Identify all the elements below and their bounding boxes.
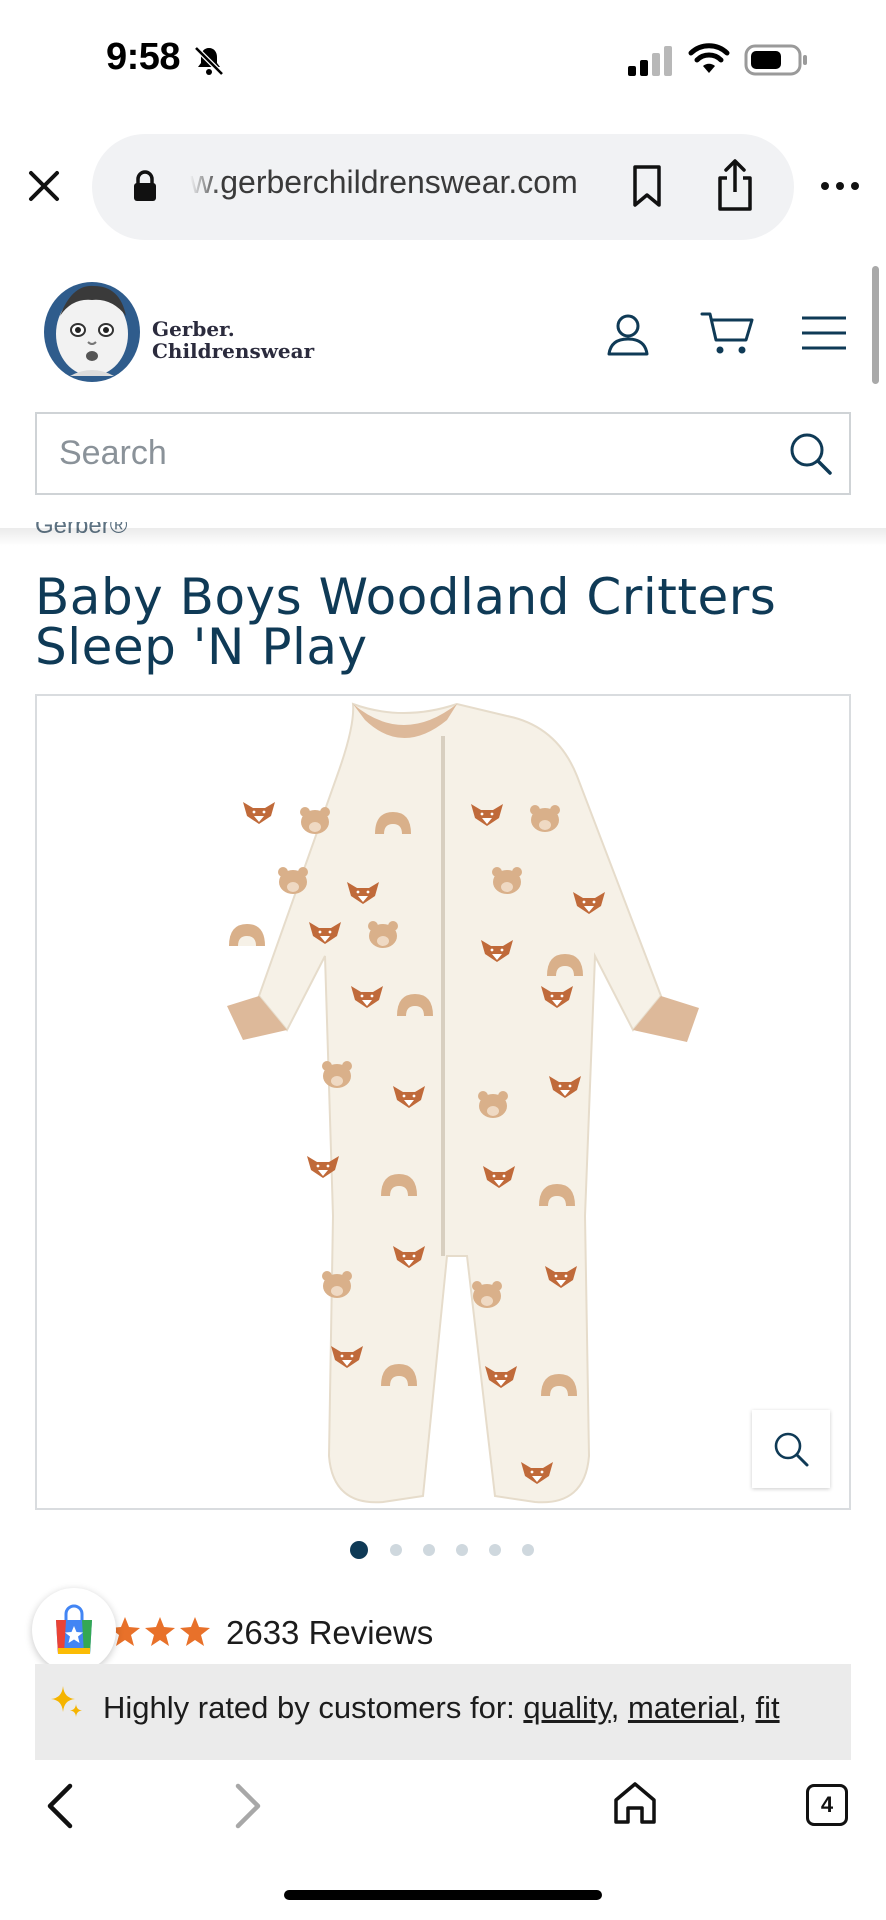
status-time: 9:58 (106, 36, 181, 78)
close-icon[interactable] (26, 168, 62, 204)
signal-icon (628, 46, 672, 76)
bookmark-icon[interactable] (630, 164, 664, 208)
battery-icon (744, 44, 807, 76)
header-shadow (0, 528, 886, 546)
bell-slash-icon (194, 46, 224, 76)
share-icon[interactable] (714, 158, 756, 212)
more-icon[interactable] (820, 178, 860, 194)
zoom-icon (774, 1432, 809, 1467)
sparkle-icon (51, 1686, 82, 1717)
highlight-material[interactable]: material (628, 1690, 738, 1725)
highlight-separator-2: , (738, 1690, 756, 1725)
back-icon[interactable] (42, 1782, 76, 1830)
pagination-dot-6[interactable] (522, 1544, 534, 1556)
address-bar[interactable]: w.gerberchildrenswear.com (92, 134, 794, 240)
url-text: w.gerberchildrenswear.com (190, 164, 578, 200)
pagination-dot-3[interactable] (423, 1544, 435, 1556)
search-icon[interactable] (787, 430, 833, 476)
search-placeholder: Search (59, 434, 167, 472)
review-count[interactable]: 2633 Reviews (226, 1614, 433, 1652)
account-icon[interactable] (606, 312, 650, 356)
shopping-assistant-button[interactable] (32, 1588, 116, 1672)
pagination-dot-1[interactable] (350, 1541, 368, 1559)
pagination-dot-4[interactable] (456, 1544, 468, 1556)
pagination-dot-2[interactable] (390, 1544, 402, 1556)
gerber-baby-logo[interactable] (42, 276, 142, 384)
pagination-dot-5[interactable] (489, 1544, 501, 1556)
image-pagination (350, 1540, 550, 1560)
home-icon[interactable] (612, 1780, 658, 1826)
highlight-separator-1: , (610, 1690, 620, 1725)
lock-icon (134, 170, 156, 201)
logo-wordmark[interactable]: Gerber. Childrenswear (152, 318, 314, 362)
page-scrollbar[interactable] (872, 266, 879, 384)
highlight-fit[interactable]: fit (755, 1690, 779, 1725)
cart-icon[interactable] (700, 310, 754, 356)
url-fade (190, 154, 220, 220)
zoom-image-button[interactable] (752, 1410, 830, 1488)
highlight-text: Highly rated by customers for: quality, … (103, 1684, 823, 1732)
logo-line-1: Gerber. (152, 317, 235, 341)
product-title: Baby Boys Woodland Critters Sleep 'N Pla… (35, 568, 777, 676)
rating-stars[interactable] (108, 1614, 212, 1650)
shopping-bag-icon (56, 1604, 92, 1654)
forward-icon[interactable] (232, 1782, 266, 1830)
wifi-icon (688, 43, 730, 73)
menu-icon[interactable] (800, 314, 848, 352)
search-input[interactable]: Search (35, 412, 851, 495)
highlight-quality[interactable]: quality (523, 1690, 610, 1725)
product-image[interactable] (35, 694, 851, 1510)
review-highlights: Highly rated by customers for: quality, … (35, 1664, 851, 1760)
logo-line-2: Childrenswear (152, 339, 315, 363)
status-bar: 9:58 (0, 0, 886, 120)
highlight-prefix: Highly rated by customers for: (103, 1690, 524, 1725)
tabs-icon[interactable]: 4 (806, 1784, 848, 1826)
sleeper-illustration (227, 702, 699, 1504)
home-indicator (284, 1890, 602, 1900)
